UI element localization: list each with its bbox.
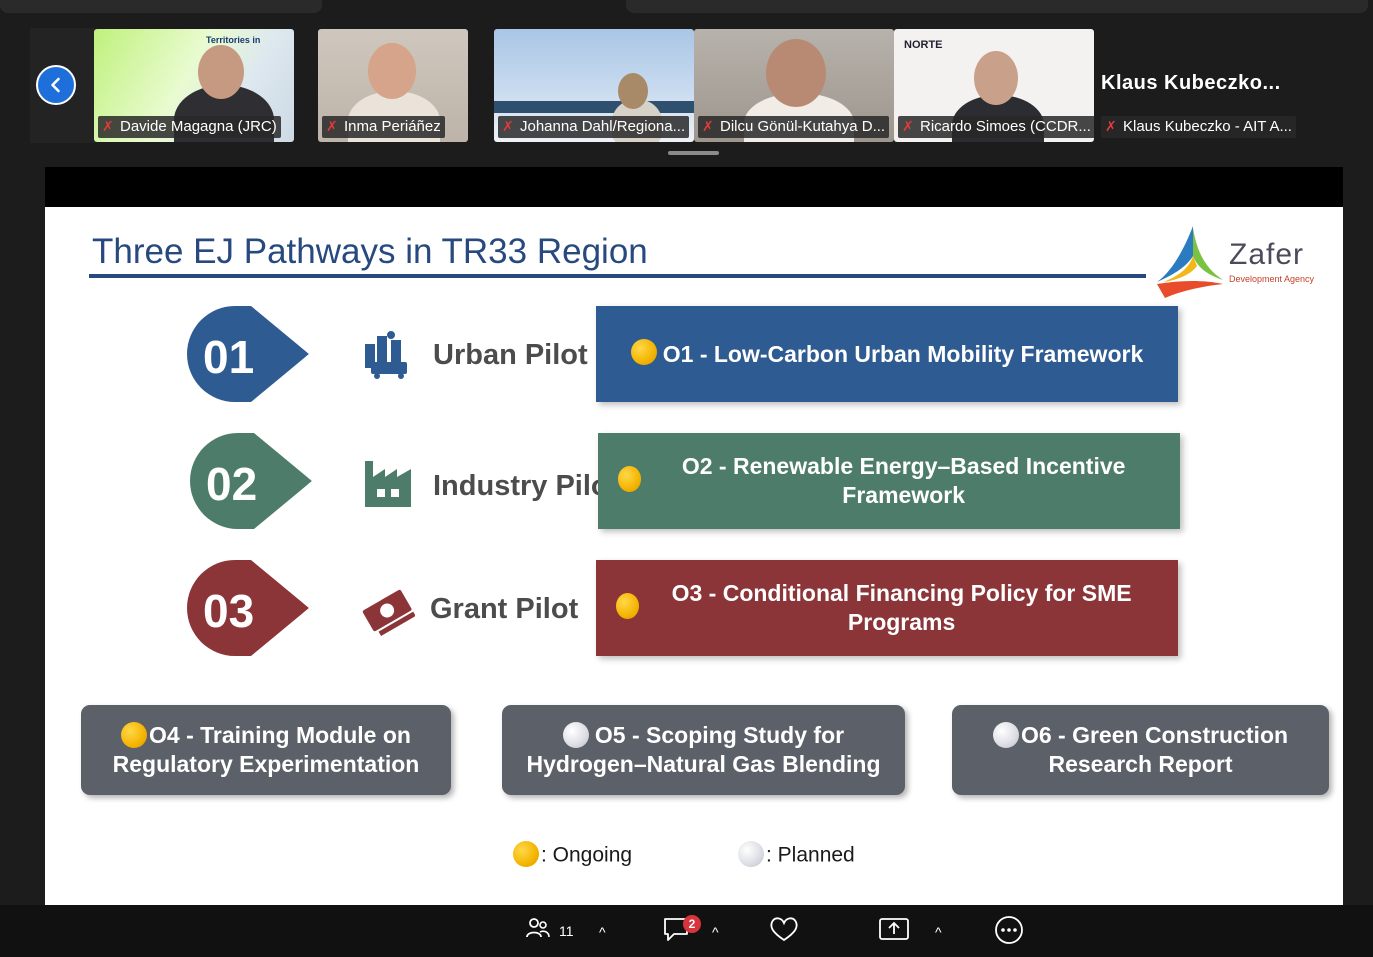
pilot-objective-text: O2 - Renewable Energy–Based Incentive Fr… — [681, 453, 1126, 508]
participant-face — [766, 39, 826, 107]
ongoing-status-dot — [630, 339, 657, 365]
participant-tile-4[interactable]: ✗ Dilcu Gönül-Kutahya D... — [694, 29, 894, 142]
people-button[interactable] — [525, 915, 551, 944]
legend-planned: : Planned — [738, 841, 855, 869]
pilot-objective-text: O3 - Conditional Financing Policy for SM… — [671, 580, 1132, 635]
legend-planned-text: : Planned — [766, 843, 855, 867]
participant-tile-6[interactable]: Klaus Kubeczko... ✗ Klaus Kubeczko - AIT … — [1097, 29, 1297, 142]
shared-slide: Three EJ Pathways in TR33 Region Zafer D… — [45, 207, 1343, 905]
pilot-number: 01 — [203, 331, 255, 383]
mic-muted-icon: ✗ — [702, 118, 714, 134]
participant-face — [198, 45, 244, 99]
pilot-row-01: 01 Urban Pilot O1 - Low-Carbon Urban Mob… — [187, 306, 1179, 402]
ongoing-legend-dot — [513, 841, 539, 867]
resize-handle[interactable] — [668, 151, 719, 155]
zafer-logo: Zafer Development Agency — [1153, 222, 1331, 302]
pilot-objective: O3 - Conditional Financing Policy for SM… — [596, 560, 1178, 656]
mic-muted-icon: ✗ — [502, 118, 514, 134]
planned-legend-dot — [738, 841, 764, 867]
participant-name-text: Davide Magagna (JRC) — [120, 118, 277, 135]
tile-background-text: Territories in — [206, 35, 261, 45]
mic-muted-icon: ✗ — [102, 118, 114, 134]
legend-ongoing-text: : Ongoing — [541, 843, 633, 867]
participant-display-name: Klaus Kubeczko... — [1101, 72, 1281, 94]
participant-name: ✗ Davide Magagna (JRC) — [98, 116, 281, 138]
factory-icon — [365, 461, 411, 507]
more-options-icon — [995, 916, 1023, 944]
participant-name-text: Ricardo Simoes (CCDR... — [920, 118, 1091, 135]
money-icon — [362, 589, 415, 636]
ongoing-status-dot — [618, 466, 642, 492]
ship-shape — [494, 101, 694, 113]
zafer-logo-name: Zafer — [1229, 238, 1305, 271]
top-left-pill — [0, 0, 322, 13]
previous-page-button[interactable] — [36, 65, 76, 105]
participant-tile-2[interactable]: ✗ Inma Periáñez — [318, 29, 468, 142]
top-bar — [0, 0, 1373, 18]
pilot-objective: O1 - Low-Carbon Urban Mobility Framework — [596, 306, 1178, 402]
tile-logo-text: NORTE — [904, 39, 943, 51]
pilot-number: 02 — [206, 458, 258, 510]
participant-name: ✗ Inma Periáñez — [322, 116, 445, 138]
city-bus-icon — [365, 331, 407, 379]
reactions-button[interactable] — [768, 915, 800, 946]
participant-name: ✗ Dilcu Gönül-Kutahya D... — [698, 116, 890, 138]
shared-screen-top — [45, 167, 1343, 207]
people-icon — [526, 918, 550, 938]
heart-icon — [770, 917, 798, 942]
ongoing-status-dot — [616, 593, 640, 619]
participant-count: 11 — [559, 923, 574, 939]
pilot-row-03: 03 Grant Pilot O3 - Conditional Financin… — [187, 560, 1179, 656]
participant-tile-1[interactable]: Territories in ... ✗Davide Magagna (JRC) — [94, 29, 294, 142]
participant-name: ✗ Johanna Dahl/Regiona... — [498, 116, 690, 138]
share-screen-button[interactable] — [878, 915, 910, 946]
participant-face — [368, 43, 416, 99]
participant-tile-5[interactable]: NORTE ✗ Ricardo Simoes (CCDR... — [894, 29, 1094, 142]
zafer-logo-subtitle: Development Agency — [1229, 274, 1315, 284]
pilot-number: 03 — [203, 585, 255, 637]
ongoing-status-dot — [121, 721, 148, 748]
pilot-label: Urban Pilot — [433, 339, 588, 371]
participant-face — [974, 51, 1018, 105]
participant-name-text: Inma Periáñez — [344, 118, 441, 135]
slide-title: Three EJ Pathways in TR33 Region — [92, 232, 648, 271]
participant-face — [618, 73, 648, 109]
pilot-label: Grant Pilot — [430, 593, 579, 625]
zafer-logo-mark — [1157, 226, 1223, 298]
chevron-up-icon[interactable]: ^ — [935, 924, 942, 940]
planned-status-dot — [562, 721, 589, 748]
mic-muted-icon: ✗ — [1105, 118, 1117, 134]
objective-box-o4: O4 - Training Module on Regulatory Exper… — [81, 705, 451, 795]
objective-box-o6: O6 - Green Construction Research Report — [952, 705, 1329, 795]
participant-name-text: Dilcu Gönül-Kutahya D... — [720, 118, 886, 135]
pilot-objective-text: O1 - Low-Carbon Urban Mobility Framework — [662, 340, 1144, 367]
participant-strip: Territories in ... ✗Davide Magagna (JRC)… — [0, 28, 1373, 143]
pilot-objective: O2 - Renewable Energy–Based Incentive Fr… — [598, 433, 1180, 529]
pilot-row-02: 02 Industry Pilot O2 - Renewable Energy–… — [190, 433, 1180, 529]
mic-muted-icon: ✗ — [902, 118, 914, 134]
chevron-left-icon — [51, 77, 60, 93]
chevron-up-icon[interactable]: ^ — [599, 924, 606, 940]
planned-status-dot — [992, 721, 1019, 748]
share-screen-icon — [879, 918, 909, 940]
legend-ongoing: : Ongoing — [513, 841, 633, 869]
title-underline — [89, 274, 1146, 278]
objective-text: O4 - Training Module on Regulatory Exper… — [112, 722, 420, 777]
participant-name: ✗ Klaus Kubeczko - AIT A... — [1101, 116, 1296, 138]
objective-box-o5: O5 - Scoping Study for Hydrogen–Natural … — [502, 705, 905, 795]
chat-unread-badge: 2 — [683, 915, 701, 933]
participant-tile-3[interactable]: ✗ Johanna Dahl/Regiona... — [494, 29, 694, 142]
objective-text: O6 - Green Construction Research Report — [1020, 722, 1289, 777]
participant-name-text: Klaus Kubeczko - AIT A... — [1123, 118, 1292, 135]
mic-muted-icon: ✗ — [326, 118, 338, 134]
more-button[interactable] — [993, 915, 1025, 948]
top-right-pill — [626, 0, 1368, 13]
participant-name: ✗ Ricardo Simoes (CCDR... — [898, 116, 1094, 138]
participant-name-text: Johanna Dahl/Regiona... — [520, 118, 686, 135]
pilot-label: Industry Pilot — [433, 470, 619, 502]
chevron-up-icon[interactable]: ^ — [712, 924, 719, 940]
